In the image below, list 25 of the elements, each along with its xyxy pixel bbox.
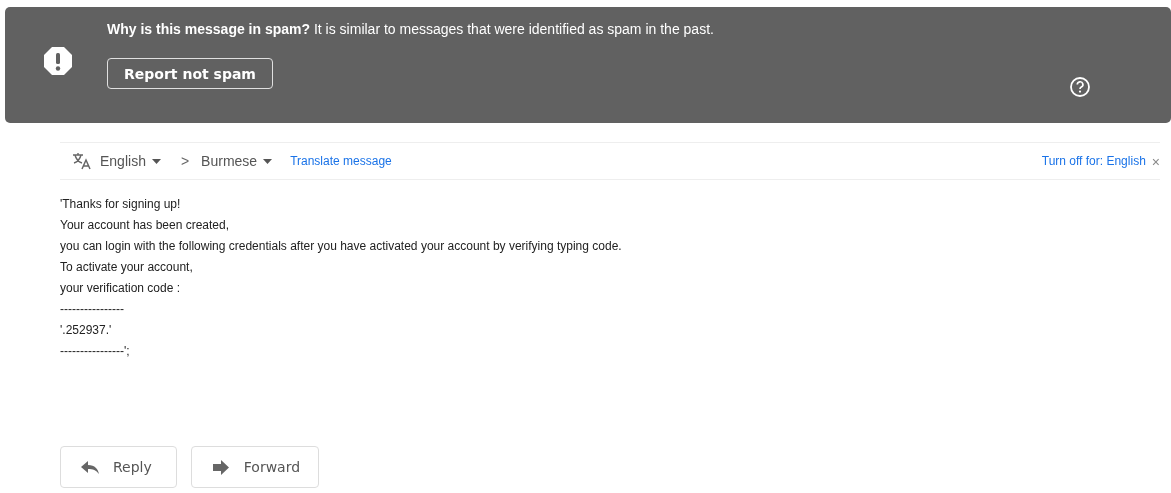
help-icon[interactable] (1069, 76, 1091, 98)
caret-icon (263, 158, 273, 164)
message-line: you can login with the following credentials after you have activated your account by verifying typing code. (60, 238, 623, 255)
message-line: To activate your account, (60, 259, 194, 276)
message-line: '.252937.' (60, 322, 113, 339)
spam-explanation: Why is this message in spam? It is similar to messages that were identified as spam in the past. (107, 20, 714, 38)
message-line: ----------------'; (60, 343, 131, 360)
message-line: Your account has been created, (60, 217, 230, 234)
warning-icon (43, 46, 73, 76)
report-not-spam-button[interactable]: Report not spam (107, 58, 273, 89)
caret-icon (151, 158, 161, 164)
turn-off-link[interactable]: Turn off for: English (1041, 154, 1146, 168)
forward-button[interactable]: Forward (190, 446, 320, 488)
forward-icon (211, 459, 230, 475)
source-language-dropdown[interactable]: English (100, 153, 161, 169)
target-language-dropdown[interactable]: Burmese (201, 153, 273, 169)
reply-button[interactable]: Reply (60, 446, 177, 488)
reply-icon (81, 459, 99, 475)
translate-icon[interactable] (72, 152, 92, 170)
message-line: ---------------- (60, 301, 125, 318)
arrow-text: > (180, 153, 190, 169)
message-line: your verification code : (60, 280, 182, 297)
translate-message-link[interactable]: Translate message (290, 154, 392, 168)
close-button[interactable]: × (1151, 154, 1160, 170)
message-line: 'Thanks for signing up! (60, 196, 182, 213)
